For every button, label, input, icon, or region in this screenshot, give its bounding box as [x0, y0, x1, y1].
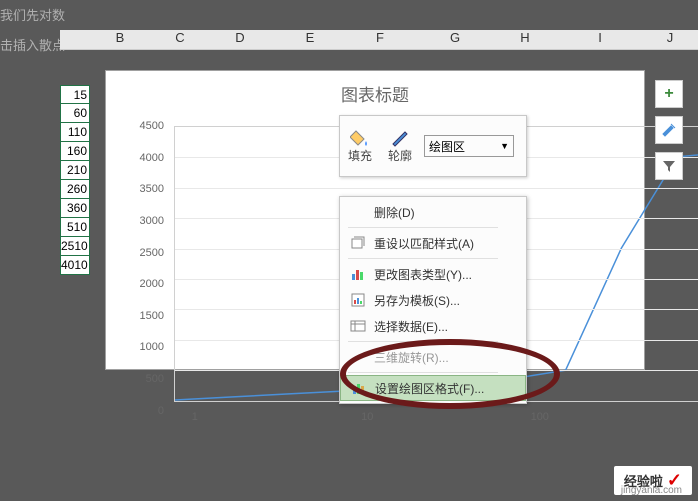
chart-filter-button[interactable] [655, 152, 683, 180]
y-tick: 4000 [140, 152, 164, 164]
brush-icon [661, 122, 677, 138]
menu-delete[interactable]: 删除(D) [340, 199, 526, 225]
format-icon [349, 378, 369, 398]
col-header-f[interactable]: F [350, 30, 410, 45]
y-tick: 4500 [140, 120, 164, 132]
cell-b2[interactable]: 60 [60, 104, 90, 123]
chart-type-icon [348, 264, 368, 284]
data-column-b[interactable]: 15 60 110 160 210 260 360 510 2510 4010 [60, 85, 90, 275]
col-header-d[interactable]: D [210, 30, 270, 45]
cell-b9[interactable]: 2510 [60, 237, 90, 256]
menu-change-chart-type[interactable]: 更改图表类型(Y)... [340, 261, 526, 287]
chart-styles-button[interactable] [655, 116, 683, 144]
cell-b7[interactable]: 360 [60, 199, 90, 218]
x-axis: 1 10 100 1000 [166, 411, 698, 429]
menu-save-template[interactable]: 另存为模板(S)... [340, 287, 526, 313]
y-tick: 1000 [140, 341, 164, 353]
reset-icon [348, 233, 368, 253]
y-tick: 2500 [140, 247, 164, 259]
menu-3d-rotation[interactable]: 三维旋转(R)... [340, 344, 526, 370]
y-tick: 3500 [140, 183, 164, 195]
dropdown-value: 绘图区 [429, 138, 465, 155]
plus-icon: + [664, 85, 673, 103]
chart-area-dropdown[interactable]: 绘图区 ▼ [424, 135, 514, 157]
watermark: 经验啦 ✓ jingyanla.com [614, 466, 692, 495]
mini-toolbar: 填充 轮廓 绘图区 ▼ [339, 115, 527, 177]
chevron-down-icon: ▼ [500, 141, 509, 151]
y-tick: 500 [146, 373, 164, 385]
menu-label: 另存为模板(S)... [374, 292, 460, 309]
menu-separator [348, 258, 498, 259]
menu-label: 选择数据(E)... [374, 318, 448, 335]
menu-label: 更改图表类型(Y)... [374, 266, 472, 283]
template-icon [348, 290, 368, 310]
menu-separator [348, 372, 498, 373]
y-tick: 0 [158, 405, 164, 417]
chart-elements-button[interactable]: + [655, 80, 683, 108]
chart-side-buttons: + [655, 80, 683, 180]
y-axis: 4500 4000 3500 3000 2500 2000 1500 1000 … [136, 126, 166, 411]
outline-icon [390, 129, 410, 147]
tutorial-text-2: 击插入散点 [0, 35, 65, 54]
filter-icon [661, 158, 677, 174]
menu-select-data[interactable]: 选择数据(E)... [340, 313, 526, 339]
col-header-h[interactable]: H [495, 30, 555, 45]
menu-separator [348, 227, 498, 228]
outline-button[interactable]: 轮廓 [380, 116, 420, 176]
column-header-row: B C D E F G H I J [60, 30, 698, 50]
rotate-icon [348, 347, 368, 367]
watermark-url: jingyanla.com [621, 485, 682, 496]
fill-button[interactable]: 填充 [340, 116, 380, 176]
cell-b4[interactable]: 160 [60, 142, 90, 161]
col-header-i[interactable]: I [570, 30, 630, 45]
menu-label: 删除(D) [374, 204, 415, 221]
cell-b10[interactable]: 4010 [60, 256, 90, 275]
select-data-icon [348, 316, 368, 336]
y-tick: 2000 [140, 278, 164, 290]
menu-reset-style[interactable]: 重设以匹配样式(A) [340, 230, 526, 256]
x-tick: 1 [192, 411, 198, 423]
chart-title[interactable]: 图表标题 [106, 71, 644, 116]
menu-label: 设置绘图区格式(F)... [375, 380, 484, 397]
y-tick: 1500 [140, 310, 164, 322]
x-tick: 10 [361, 411, 373, 423]
menu-separator [348, 341, 498, 342]
cell-b3[interactable]: 110 [60, 123, 90, 142]
col-header-c[interactable]: C [150, 30, 210, 45]
menu-format-plot-area[interactable]: 设置绘图区格式(F)... [340, 375, 526, 401]
cell-b6[interactable]: 260 [60, 180, 90, 199]
cell-b8[interactable]: 510 [60, 218, 90, 237]
y-tick: 3000 [140, 215, 164, 227]
col-header-b[interactable]: B [90, 30, 150, 45]
tutorial-text-1: 我们先对数 [0, 5, 65, 24]
outline-label: 轮廓 [388, 147, 412, 164]
blank-icon [348, 202, 368, 222]
cell-b5[interactable]: 210 [60, 161, 90, 180]
fill-icon [350, 129, 370, 147]
x-tick: 100 [531, 411, 549, 423]
fill-label: 填充 [348, 147, 372, 164]
menu-label: 重设以匹配样式(A) [374, 235, 474, 252]
col-header-j[interactable]: J [640, 30, 698, 45]
menu-label: 三维旋转(R)... [374, 349, 449, 366]
col-header-g[interactable]: G [425, 30, 485, 45]
col-header-e[interactable]: E [280, 30, 340, 45]
cell-b1[interactable]: 15 [60, 85, 90, 104]
context-menu: 删除(D) 重设以匹配样式(A) 更改图表类型(Y)... 另存为模板(S)..… [339, 196, 527, 404]
